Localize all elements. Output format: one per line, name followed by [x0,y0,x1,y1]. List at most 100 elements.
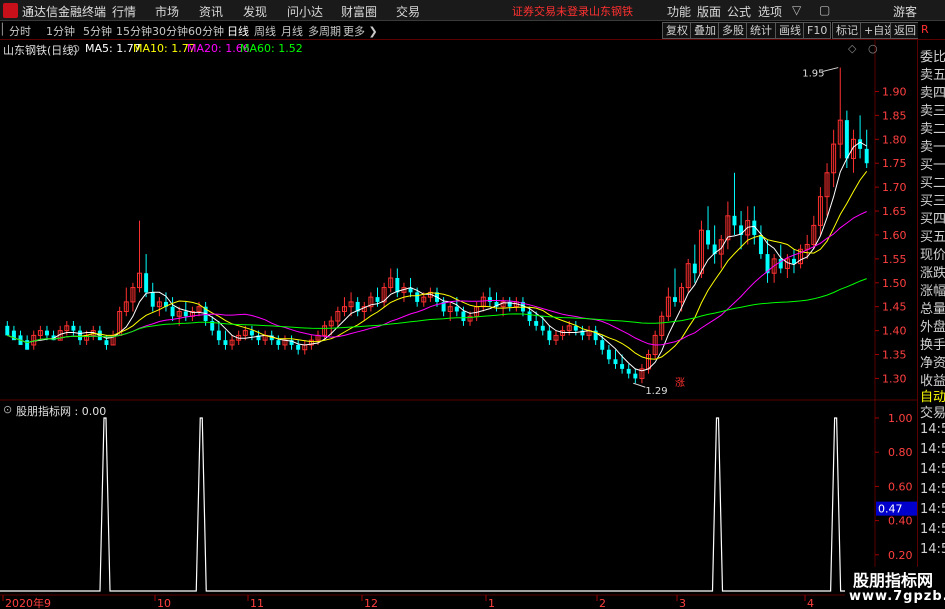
watermark: 股朋指标网 www.7gpzb.com [845,567,945,609]
period-5min[interactable]: 5分钟 [83,23,112,39]
price-tick-label: 1.75 [882,157,907,170]
candle-body [44,330,49,336]
menu-trade[interactable]: 交易 [396,3,420,20]
candle-body [144,273,149,293]
login-warning[interactable]: 证券交易未登录 [512,3,589,19]
candle-body [527,311,532,322]
quote-label-turnover: 换手 [920,338,945,353]
candle-body [864,148,869,164]
candle-body [706,230,711,245]
quote-trade[interactable]: 交易 [920,402,945,421]
x-tick-label: 11 [250,597,264,609]
candle-body [791,258,796,264]
menu-wealth[interactable]: 财富圈 [341,3,377,20]
high-label: 1.95 [802,69,824,80]
price-tick-label: 1.80 [882,133,907,146]
price-tick-label: 1.65 [882,205,907,218]
ind-tick-label: 0.80 [888,446,913,459]
period-weekly[interactable]: 周线 [254,23,276,39]
kline-chart[interactable]: 1.90 1.85 1.80 1.75 1.70 1.65 1.60 1.55 1.50 1.45… [0,40,917,609]
indicator-menu-icon[interactable]: ⊙ [3,403,12,416]
high-pointer [822,67,839,73]
circle-icon[interactable]: ○ [868,42,878,55]
quote-label-weibi: 委比 [920,50,945,65]
menu-options[interactable]: 选项 [758,3,782,20]
quote-time: 14:54 [920,462,945,477]
down-arrow-icon[interactable]: ▽ [792,3,801,17]
x-tick-label: 4 [807,597,814,609]
period-15min[interactable]: 15分钟 [116,23,152,39]
btn-mark[interactable]: 标记 [832,22,862,39]
menu-discover[interactable]: 发现 [243,3,267,20]
x-tick-label: 1 [488,597,495,609]
x-tick-label: 2020年9 [5,596,51,609]
price-tick-label: 1.35 [882,349,907,362]
candle-body [276,340,281,345]
period-30min[interactable]: 30分钟 [152,23,188,39]
btn-f10[interactable]: F10 [803,22,832,39]
menu-news[interactable]: 资讯 [199,3,223,20]
indicator-title: 股朋指标网 : 0.00 [16,405,107,418]
quote-label-sell5: 卖五 [920,68,945,83]
menu-ask[interactable]: 问小达 [287,3,323,20]
main-chart-header: 山东钢铁(日线) ⊙ MA5: 1.77 MA10: 1.77 MA20: 1.… [0,40,885,57]
period-60min[interactable]: 60分钟 [188,23,224,39]
candle-body [104,340,109,345]
indicator-header: ⊙ 股朋指标网 : 0.00 [0,401,600,418]
menu-market[interactable]: 行情 [112,3,136,20]
x-tick-label: 2 [599,597,606,609]
watermark-url: www.7gpzb.com [849,589,945,604]
candle-body [150,292,155,307]
btn-stats[interactable]: 统计 [746,22,776,39]
ind-tick-label: 0.60 [888,480,913,493]
period-1min[interactable]: 1分钟 [46,23,75,39]
window-icon[interactable]: ▢ [819,3,830,17]
candle-body [415,292,420,302]
guest-link[interactable]: 游客 [893,3,917,20]
candle-body [673,297,677,302]
candle-body [296,344,301,350]
btn-multi-stock[interactable]: 多股 [718,22,748,39]
ind-current-value: 0.47 [878,503,903,516]
period-multi[interactable]: 多周期 [308,23,341,39]
candle-body [375,297,380,302]
app-title: 通达信金融终端 [22,5,107,19]
price-tick-label: 1.50 [882,277,907,290]
quote-panel: 委比 卖五 卖四 卖三 卖二 卖一 买一 买二 买三 买四 买五 现价 涨跌 涨… [917,40,945,609]
low-label: 1.29 [645,386,667,397]
price-tick-label: 1.90 [882,85,907,98]
period-more[interactable]: 更多 ❯ [343,23,378,39]
candle-body [5,325,10,336]
period-daily[interactable]: 日线 [227,23,249,39]
period-toolbar: ▏ 分时 1分钟 5分钟 15分钟 30分钟 60分钟 日线 周线 月线 多周期… [0,21,945,40]
ma20-line [7,211,867,346]
btn-overlay[interactable]: 叠加 [690,22,720,39]
candle-body [78,330,83,341]
r-icon[interactable]: R [918,22,932,39]
menu-function[interactable]: 功能 [667,3,691,20]
quote-label-sell3: 卖三 [920,104,945,119]
indicator-line [0,417,875,592]
menu-formula[interactable]: 公式 [727,3,751,20]
candle-body [223,340,228,345]
btn-fuquan[interactable]: 复权 [662,22,692,39]
candle-body [461,311,466,322]
btn-back[interactable]: 返回 [890,22,920,39]
limit-up-tag: 涨 [675,377,685,389]
diamond-icon[interactable]: ◇ [848,42,856,55]
menu-layout[interactable]: 版面 [697,3,721,20]
quote-time: 14:55 [920,542,945,557]
x-tick-label: 12 [364,597,378,609]
price-tick-label: 1.60 [882,229,907,242]
period-tick[interactable]: 分时 [9,23,31,39]
chart-menu-icon[interactable]: ⊙ [71,42,80,55]
period-monthly[interactable]: 月线 [281,23,303,39]
quote-time: 14:54 [920,482,945,497]
candle-body [633,373,638,379]
candle-body [540,325,545,331]
quote-label-buy2: 买二 [920,176,945,191]
btn-draw[interactable]: 画线 [775,22,805,39]
price-tick-label: 1.55 [882,253,907,266]
ind-tick-label: 1.00 [888,412,913,425]
menu-markets[interactable]: 市场 [155,3,179,20]
